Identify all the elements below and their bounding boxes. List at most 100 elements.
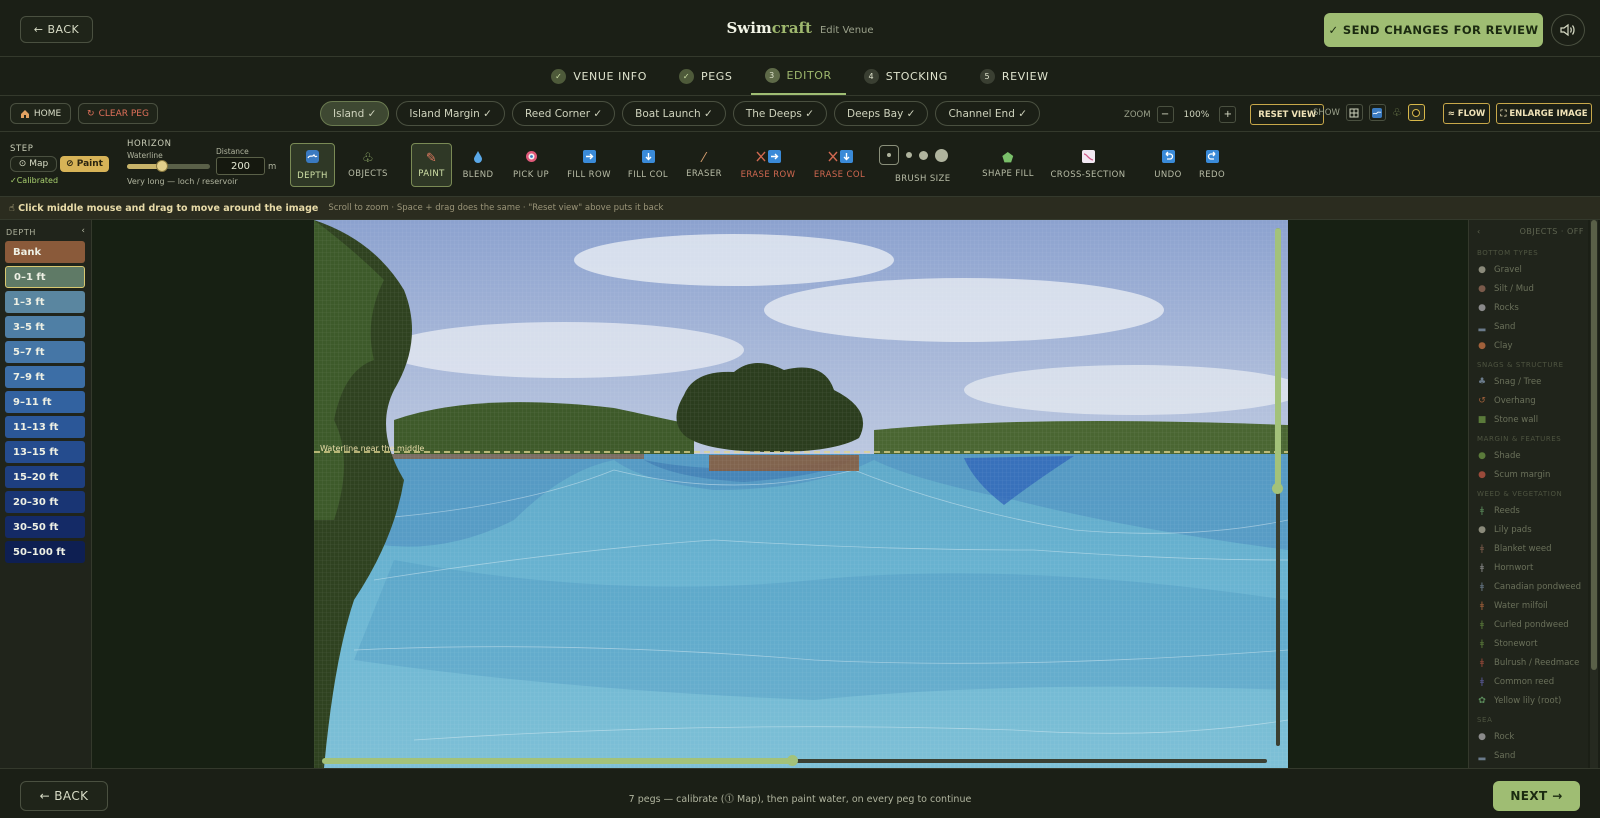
step-venue-info[interactable]: ✓ VENUE INFO — [537, 57, 661, 95]
distance-input[interactable]: 200 — [216, 157, 265, 175]
clear-peg-button[interactable]: ↻ CLEAR PEG — [78, 103, 158, 124]
object-item[interactable]: ● Shade — [1477, 446, 1581, 465]
depth-swatch[interactable]: 20–30 ft — [5, 491, 85, 513]
object-item[interactable]: ▂ Sand — [1477, 746, 1581, 765]
object-item[interactable]: ǂ Blanket weed — [1477, 539, 1581, 558]
object-label: Bulrush / Reedmace — [1494, 657, 1580, 668]
depth-swatch[interactable]: 11–13 ft — [5, 416, 85, 438]
pick-up-tool[interactable]: PICK UP — [510, 143, 552, 187]
object-item[interactable]: ● Gravel — [1477, 260, 1581, 279]
object-item[interactable]: ● Scum margin — [1477, 465, 1581, 484]
zoom-in-button[interactable]: + — [1219, 106, 1237, 123]
depth-swatch[interactable]: 7–9 ft — [5, 366, 85, 388]
depth-swatch[interactable]: 9–11 ft — [5, 391, 85, 413]
blend-tool[interactable]: BLEND — [459, 143, 497, 187]
step-review[interactable]: 5 REVIEW — [966, 57, 1063, 95]
depth-swatch[interactable]: 1–3 ft — [5, 291, 85, 313]
fill-col-tool[interactable]: FILL COL — [626, 143, 670, 187]
object-item[interactable]: ● Rock — [1477, 727, 1581, 746]
object-item[interactable]: ● Clay — [1477, 336, 1581, 355]
speaker-icon[interactable] — [1551, 14, 1585, 46]
depth-swatch[interactable]: 50–100 ft — [5, 541, 85, 563]
objects-tool[interactable]: ♧ OBJECTS — [344, 143, 392, 187]
waterline-slider[interactable] — [127, 160, 210, 172]
object-item[interactable]: ǂ Stonewort — [1477, 634, 1581, 653]
collapse-icon[interactable]: ‹ — [81, 226, 85, 236]
waterline-slider-handle[interactable] — [155, 160, 168, 172]
depth-swatch[interactable]: 30–50 ft — [5, 516, 85, 538]
object-item[interactable]: ǂ Reeds — [1477, 501, 1581, 520]
vertical-scrollbar[interactable] — [1272, 228, 1283, 746]
zoom-out-button[interactable]: − — [1156, 106, 1174, 123]
object-item[interactable]: ǂ Curled pondweed — [1477, 615, 1581, 634]
shape-fill-tool[interactable]: ⬟ SHAPE FILL — [980, 143, 1036, 187]
venue-photo[interactable]: Waterline near the middle — [314, 220, 1288, 768]
undo-button[interactable]: UNDO — [1151, 143, 1185, 187]
erase-col-tool[interactable]: ERASE COL — [812, 143, 867, 187]
object-item[interactable]: ǂ Hornwort — [1477, 558, 1581, 577]
horizontal-scrollbar[interactable] — [322, 755, 1267, 766]
peg-tab[interactable]: Boat Launch ✓ — [622, 101, 726, 126]
objects-panel-scrollbar[interactable] — [1590, 220, 1598, 768]
object-item[interactable]: ♣ Snag / Tree — [1477, 372, 1581, 391]
brush-size-m[interactable] — [919, 150, 928, 160]
cross-section-tool[interactable]: CROSS-SECTION — [1049, 143, 1127, 187]
peg-tab[interactable]: Deeps Bay ✓ — [834, 101, 929, 126]
weed-icon[interactable]: ♧ — [1392, 106, 1402, 119]
enlarge-image-button[interactable]: ⛶ ENLARGE IMAGE — [1496, 103, 1592, 124]
depth-swatch[interactable]: 0–1 ft — [5, 266, 85, 288]
paint-mode-button[interactable]: ⊘ Paint — [60, 156, 109, 172]
peg-tab[interactable]: Reed Corner ✓ — [511, 101, 616, 126]
object-item[interactable]: ǂ Common reed — [1477, 672, 1581, 691]
object-item[interactable]: ● Lily pads — [1477, 520, 1581, 539]
objects-overlay-icon[interactable] — [1407, 104, 1425, 121]
brush-size-xs[interactable] — [879, 145, 899, 165]
map-mode-button[interactable]: ⊙ Map — [10, 156, 57, 172]
object-item[interactable]: ǂ Bulrush / Reedmace — [1477, 653, 1581, 672]
depth-swatch[interactable]: Bank — [5, 241, 85, 263]
vertical-scroll-handle[interactable] — [1272, 483, 1283, 494]
paint-tool[interactable]: ✎ PAINT — [411, 143, 452, 187]
erase-row-tool[interactable]: ERASE ROW — [740, 143, 796, 187]
peg-tab[interactable]: Island Margin ✓ — [396, 101, 505, 126]
redo-button[interactable]: REDO — [1194, 143, 1230, 187]
brush-size-s[interactable] — [906, 152, 912, 158]
depth-tool[interactable]: DEPTH — [290, 143, 335, 187]
flow-button[interactable]: ≈ FLOW — [1443, 103, 1490, 124]
brush-size-l[interactable] — [935, 148, 948, 162]
depth-swatch[interactable]: 5–7 ft — [5, 341, 85, 363]
object-item[interactable]: ✿ Yellow lily (root) — [1477, 691, 1581, 710]
water-icon[interactable] — [1368, 104, 1386, 121]
peg-tab[interactable]: Channel End ✓ — [935, 101, 1041, 126]
peg-tab[interactable]: Island ✓ — [320, 101, 390, 126]
depth-swatch[interactable]: 15–20 ft — [5, 466, 85, 488]
vertical-scroll-thumb[interactable] — [1275, 228, 1281, 488]
step-pegs[interactable]: ✓ PEGS — [665, 57, 747, 95]
depth-swatch[interactable]: 3–5 ft — [5, 316, 85, 338]
send-for-review-button[interactable]: ✓ SEND CHANGES FOR REVIEW — [1324, 13, 1543, 47]
editor-canvas[interactable]: Waterline near the middle — [92, 220, 1468, 768]
grid-icon[interactable] — [1345, 104, 1363, 121]
object-item[interactable]: ● Silt / Mud — [1477, 279, 1581, 298]
fill-row-tool[interactable]: FILL ROW — [567, 143, 611, 187]
objects-scroll-thumb[interactable] — [1591, 220, 1597, 670]
object-item[interactable]: ■ Stone wall — [1477, 410, 1581, 429]
step-editor[interactable]: 3 EDITOR — [750, 57, 846, 95]
peg-tab[interactable]: The Deeps ✓ — [732, 101, 827, 126]
object-item[interactable]: ǂ Water milfoil — [1477, 596, 1581, 615]
collapse-icon[interactable]: ‹ — [1477, 227, 1481, 236]
object-label: Shade — [1494, 450, 1521, 461]
object-item[interactable]: ● Rocks — [1477, 298, 1581, 317]
step-stocking[interactable]: 4 STOCKING — [850, 57, 962, 95]
eraser-tool[interactable]: ⁄ ERASER — [683, 143, 725, 187]
object-icon: ■ — [1477, 414, 1487, 425]
object-item[interactable]: ▂ Sand — [1477, 317, 1581, 336]
home-button[interactable]: HOME — [10, 103, 71, 124]
next-button[interactable]: NEXT → — [1493, 781, 1580, 811]
object-item[interactable]: ↺ Overhang — [1477, 391, 1581, 410]
object-item[interactable]: ǂ Canadian pondweed — [1477, 577, 1581, 596]
object-label: Blanket weed — [1494, 543, 1552, 554]
horizontal-scroll-handle[interactable] — [787, 755, 798, 766]
horizontal-scroll-thumb[interactable] — [322, 758, 792, 764]
depth-swatch[interactable]: 13–15 ft — [5, 441, 85, 463]
